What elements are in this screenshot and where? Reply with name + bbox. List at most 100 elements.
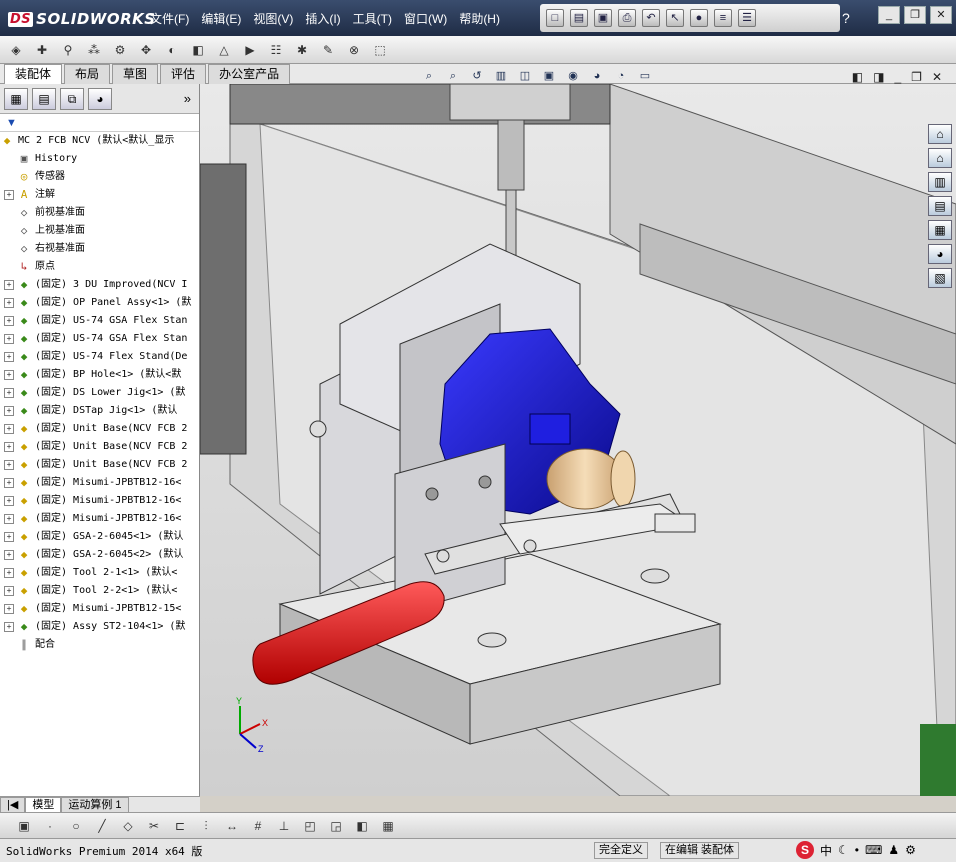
table-icon[interactable]: ▦ <box>378 816 398 836</box>
tree-item[interactable]: + ◆ (固定) Misumi-JPBTB12-16< <box>0 492 199 510</box>
open-folder-icon[interactable]: ▤ <box>570 9 588 27</box>
save-icon[interactable]: ▣ <box>594 9 612 27</box>
tree-item[interactable]: + ◆ (固定) Misumi-JPBTB12-15< <box>0 600 199 618</box>
show-hidden-icon[interactable]: ◐ <box>162 40 182 60</box>
help-question-icon[interactable]: ? <box>842 10 850 26</box>
expand-toggle-icon[interactable]: + <box>4 460 14 470</box>
restore-icon[interactable]: ❐ <box>904 6 926 24</box>
tree-item[interactable]: ◇ 前视基准面 <box>0 204 199 222</box>
tree-item[interactable]: + ◆ (固定) Tool 2-1<1> (默认< <box>0 564 199 582</box>
expand-toggle-icon[interactable]: + <box>4 334 14 344</box>
component-pattern-icon[interactable]: ⁂ <box>84 40 104 60</box>
undo-icon[interactable]: ↶ <box>642 9 660 27</box>
display-delete-relations-icon[interactable]: ◲ <box>326 816 346 836</box>
rebuild-traffic-light-icon[interactable]: ● <box>690 9 708 27</box>
mirror-icon[interactable]: ⫶ <box>196 816 216 836</box>
expand-panel-icon[interactable]: » <box>184 91 191 106</box>
tree-item[interactable]: + ◆ (固定) Unit Base(NCV FCB 2 <box>0 456 199 474</box>
rapid-sketch-icon[interactable]: ◰ <box>300 816 320 836</box>
tree-item[interactable]: + ◆ (固定) Unit Base(NCV FCB 2 <box>0 420 199 438</box>
expand-toggle-icon[interactable]: + <box>4 604 14 614</box>
ime-logo-icon[interactable]: S <box>796 841 814 859</box>
polygon-icon[interactable]: ◇ <box>118 816 138 836</box>
file-properties-icon[interactable]: ≡ <box>714 9 732 27</box>
reference-geometry-icon[interactable]: △ <box>214 40 234 60</box>
feature-tree-filter[interactable]: ▼ <box>0 114 199 132</box>
doc-close-icon[interactable]: ✕ <box>932 70 942 84</box>
tree-root[interactable]: ◆ MC 2 FCB NCV (默认<默认_显示 <box>0 132 199 150</box>
expand-toggle-icon[interactable]: + <box>4 424 14 434</box>
tree-item[interactable]: + ◆ (固定) BP Hole<1> (默认<默 <box>0 366 199 384</box>
settings-icon[interactable]: ⚙ <box>905 843 916 857</box>
expand-toggle-icon[interactable]: + <box>4 478 14 488</box>
file-explorer-icon[interactable]: ▤ <box>928 196 952 216</box>
ime-mode[interactable]: 中 <box>820 842 832 859</box>
hide-show-items-icon[interactable]: ◉ <box>564 68 582 84</box>
save-bottom-icon[interactable]: ▣ <box>14 816 34 836</box>
smart-fasteners-icon[interactable]: ⚙ <box>110 40 130 60</box>
configuration-manager-tab-icon[interactable]: ⧉ <box>60 87 84 110</box>
tree-item[interactable]: ◎ 传感器 <box>0 168 199 186</box>
tree-item[interactable]: + ◆ (固定) US-74 GSA Flex Stan <box>0 312 199 330</box>
print-icon[interactable]: ⎙ <box>618 9 636 27</box>
relations-icon[interactable]: ⊥ <box>274 816 294 836</box>
doc-restore-icon[interactable]: ❐ <box>911 70 922 84</box>
dimension-icon[interactable]: ↔ <box>222 816 242 836</box>
menu-file[interactable]: 文件(F) <box>150 10 189 27</box>
doc-prev-icon[interactable]: ◧ <box>852 70 863 84</box>
graphics-area[interactable]: Y X Z ⌂ ⌂ ▥ ▤ ▦ ◕ ▧ <box>200 84 956 796</box>
tree-item[interactable]: + ◆ (固定) Tool 2-2<1> (默认< <box>0 582 199 600</box>
tree-item[interactable]: + ◆ (固定) Unit Base(NCV FCB 2 <box>0 438 199 456</box>
property-manager-tab-icon[interactable]: ▤ <box>32 87 56 110</box>
expand-toggle-icon[interactable]: + <box>4 316 14 326</box>
expand-toggle-icon[interactable]: + <box>4 442 14 452</box>
new-motion-study-icon[interactable]: ▶ <box>240 40 260 60</box>
exploded-view-icon[interactable]: ✱ <box>292 40 312 60</box>
options-icon[interactable]: ☰ <box>738 9 756 27</box>
punctuation-icon[interactable]: • <box>855 843 859 857</box>
new-document-icon[interactable]: □ <box>546 9 564 27</box>
home-icon[interactable]: ⌂ <box>928 148 952 168</box>
trim-icon[interactable]: ✂ <box>144 816 164 836</box>
tab-motion-study[interactable]: 运动算例 1 <box>61 796 129 813</box>
expand-toggle-icon[interactable]: + <box>4 298 14 308</box>
expand-toggle-icon[interactable]: + <box>4 568 14 578</box>
bill-of-materials-icon[interactable]: ☷ <box>266 40 286 60</box>
tree-item[interactable]: + ◆ (固定) DS Lower Jig<1> (默 <box>0 384 199 402</box>
insert-components-icon[interactable]: ✚ <box>32 40 52 60</box>
tree-item[interactable]: + ◆ (固定) Misumi-JPBTB12-16< <box>0 510 199 528</box>
expand-toggle-icon[interactable]: + <box>4 514 14 524</box>
expand-toggle-icon[interactable]: + <box>4 370 14 380</box>
tree-item[interactable]: ▣ History <box>0 150 199 168</box>
tree-item[interactable]: ↳ 原点 <box>0 258 199 276</box>
assembly-features-icon[interactable]: ◧ <box>188 40 208 60</box>
feature-manager-tab-icon[interactable]: ▦ <box>4 87 28 110</box>
tree-item[interactable]: + ◆ (固定) Assy ST2-104<1> (默 <box>0 618 199 636</box>
display-style-icon[interactable]: ▣ <box>540 68 558 84</box>
expand-toggle-icon[interactable]: + <box>4 532 14 542</box>
3d-sketch-icon[interactable]: ◧ <box>352 816 372 836</box>
expand-toggle-icon[interactable]: + <box>4 496 14 506</box>
view-settings-icon[interactable]: ▭ <box>636 68 654 84</box>
assembly-viewport[interactable]: Y X Z <box>200 84 956 796</box>
tree-item[interactable]: + ◆ (固定) Misumi-JPBTB12-16< <box>0 474 199 492</box>
grid-icon[interactable]: # <box>248 816 268 836</box>
point-icon[interactable]: · <box>40 816 60 836</box>
zoom-to-fit-icon[interactable]: ⌕ <box>420 68 438 84</box>
tree-item[interactable]: + ◆ (固定) 3 DU Improved(NCV I <box>0 276 199 294</box>
custom-properties-icon[interactable]: ▧ <box>928 268 952 288</box>
tab-layout[interactable]: 布局 <box>64 64 111 84</box>
tab-sketch[interactable]: 草图 <box>112 64 159 84</box>
tree-item[interactable]: + ◆ (固定) DSTap Jig<1> (默认 <box>0 402 199 420</box>
doc-next-icon[interactable]: ◨ <box>873 70 884 84</box>
tree-item[interactable]: + ◆ (固定) US-74 Flex Stand(De <box>0 348 199 366</box>
line-icon[interactable]: ╱ <box>92 816 112 836</box>
expand-toggle-icon[interactable]: + <box>4 280 14 290</box>
tree-item[interactable]: ◇ 上视基准面 <box>0 222 199 240</box>
expand-toggle-icon[interactable]: + <box>4 352 14 362</box>
solidworks-logo[interactable]: DS SOLIDWORKS <box>8 6 156 32</box>
filter-funnel-icon[interactable]: ▼ <box>6 117 17 129</box>
menu-tools[interactable]: 工具(T) <box>353 10 392 27</box>
appearances-icon[interactable]: ◕ <box>928 244 952 264</box>
scroll-first-icon[interactable]: |◀ <box>0 796 26 813</box>
